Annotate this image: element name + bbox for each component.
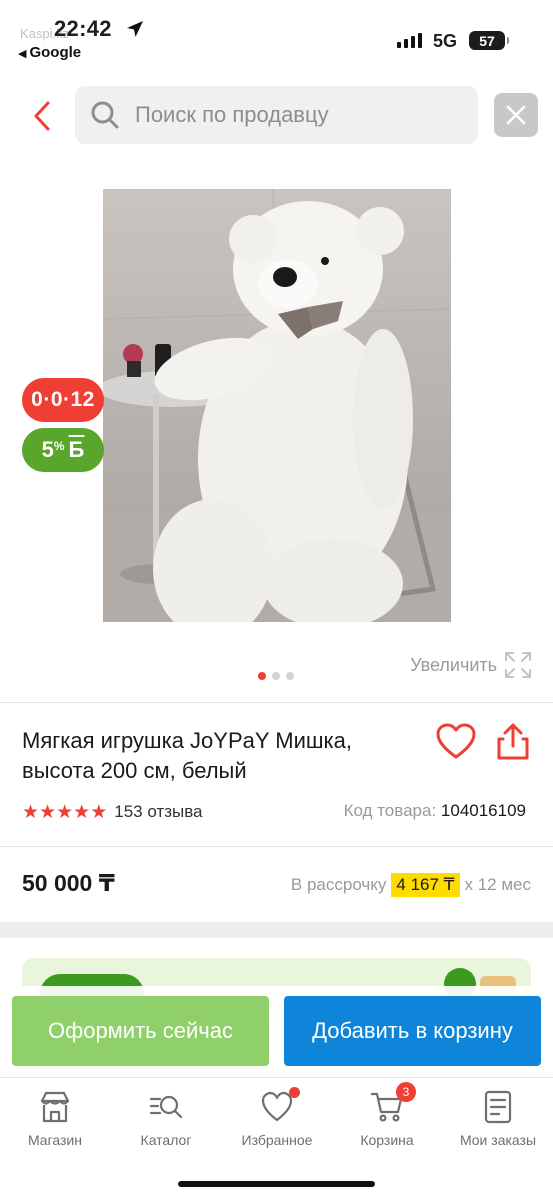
orders-icon (484, 1090, 512, 1124)
location-arrow-icon (127, 21, 143, 37)
gallery-pagination (258, 672, 294, 680)
search-header (0, 86, 553, 144)
status-bar: Kaspi.kz 22:42 ◀ Google 5G 57 (0, 0, 553, 66)
back-button[interactable] (22, 96, 62, 136)
home-indicator[interactable] (178, 1181, 375, 1187)
network-type: 5G (433, 31, 458, 51)
tab-orders[interactable]: Мои заказы (443, 1090, 553, 1160)
tab-label: Магазин (27, 1132, 82, 1148)
pagination-dot[interactable] (272, 672, 280, 680)
back-app-label: Google (29, 44, 82, 61)
heart-icon-wrapper (260, 1087, 300, 1124)
product-code-label: Код товара: (343, 801, 437, 820)
rating-stars: ★ ★ ★ ★ ★ (22, 801, 107, 824)
back-to-app-link[interactable]: ◀ Google (18, 44, 81, 61)
tab-label: Мои заказы (459, 1132, 537, 1148)
divider (0, 846, 553, 847)
add-to-cart-button[interactable]: Добавить в корзину (284, 996, 541, 1066)
search-box[interactable] (75, 86, 478, 144)
tab-store[interactable]: Магазин (0, 1090, 110, 1160)
tab-cart[interactable]: 3 Корзина (332, 1082, 442, 1160)
back-triangle-icon: ◀ (18, 48, 27, 60)
section-separator (0, 922, 553, 938)
close-icon (506, 105, 526, 125)
store-icon (40, 1091, 70, 1123)
zoom-label[interactable]: Увеличить (410, 655, 497, 676)
clear-search-button[interactable] (494, 93, 538, 137)
star-icon: ★ (90, 801, 107, 823)
action-bar: Оформить сейчас Добавить в корзину (0, 986, 553, 1076)
product-code: Код товара: 104016109 (344, 801, 526, 821)
tab-label: Избранное (241, 1132, 313, 1148)
favorite-heart-icon[interactable] (436, 722, 476, 762)
installment-suffix: x 12 мес (464, 875, 532, 894)
cart-count-badge: 3 (396, 1082, 416, 1102)
installment-prefix: В рассрочку (290, 875, 387, 894)
tab-catalog[interactable]: Каталог (111, 1090, 221, 1160)
bonus-percent: % (53, 439, 65, 453)
tab-label: Корзина (360, 1132, 414, 1148)
pagination-dot[interactable] (286, 672, 294, 680)
search-icon (89, 99, 121, 131)
product-title: Мягкая игрушка JoYPaY Мишка, высота 200 … (22, 728, 352, 783)
star-icon: ★ (22, 801, 39, 823)
bonus-letter: Б (68, 437, 85, 462)
pagination-dot-active[interactable] (258, 672, 266, 680)
catalog-search-icon (149, 1095, 183, 1119)
tab-favorites[interactable]: Избранное (222, 1087, 332, 1160)
installment-badge[interactable]: 0·0·12 (22, 378, 104, 422)
expand-icon[interactable] (503, 650, 533, 680)
cellular-signal-icon (397, 33, 422, 48)
divider (0, 702, 553, 703)
product-price: 50 000 ₸ (22, 870, 115, 896)
product-code-value: 104016109 (440, 801, 526, 820)
reviews-link[interactable]: 153 отзыва (114, 802, 202, 822)
tab-label: Каталог (140, 1132, 192, 1148)
installment-amount: 4 167 ₸ (391, 873, 460, 897)
buy-now-button[interactable]: Оформить сейчас (12, 996, 269, 1066)
rating-row: ★ ★ ★ ★ ★ 153 отзыва (22, 800, 203, 824)
battery-level: 57 (479, 32, 495, 49)
bonus-value: 5 (41, 437, 54, 462)
notification-dot (289, 1087, 300, 1098)
chevron-left-icon (34, 101, 50, 131)
star-icon: ★ (56, 801, 73, 823)
search-input[interactable] (135, 102, 455, 128)
star-icon: ★ (39, 801, 56, 823)
battery-icon: 57 (469, 31, 509, 50)
bonus-badge[interactable]: 5% Б (22, 428, 104, 472)
cart-icon-wrapper: 3 (370, 1082, 416, 1124)
status-time: 22:42 (54, 16, 112, 41)
installment-info: В рассрочку 4 167 ₸ x 12 мес (291, 873, 531, 897)
share-icon[interactable] (495, 722, 531, 762)
product-image[interactable] (103, 189, 451, 622)
star-icon: ★ (73, 801, 90, 823)
